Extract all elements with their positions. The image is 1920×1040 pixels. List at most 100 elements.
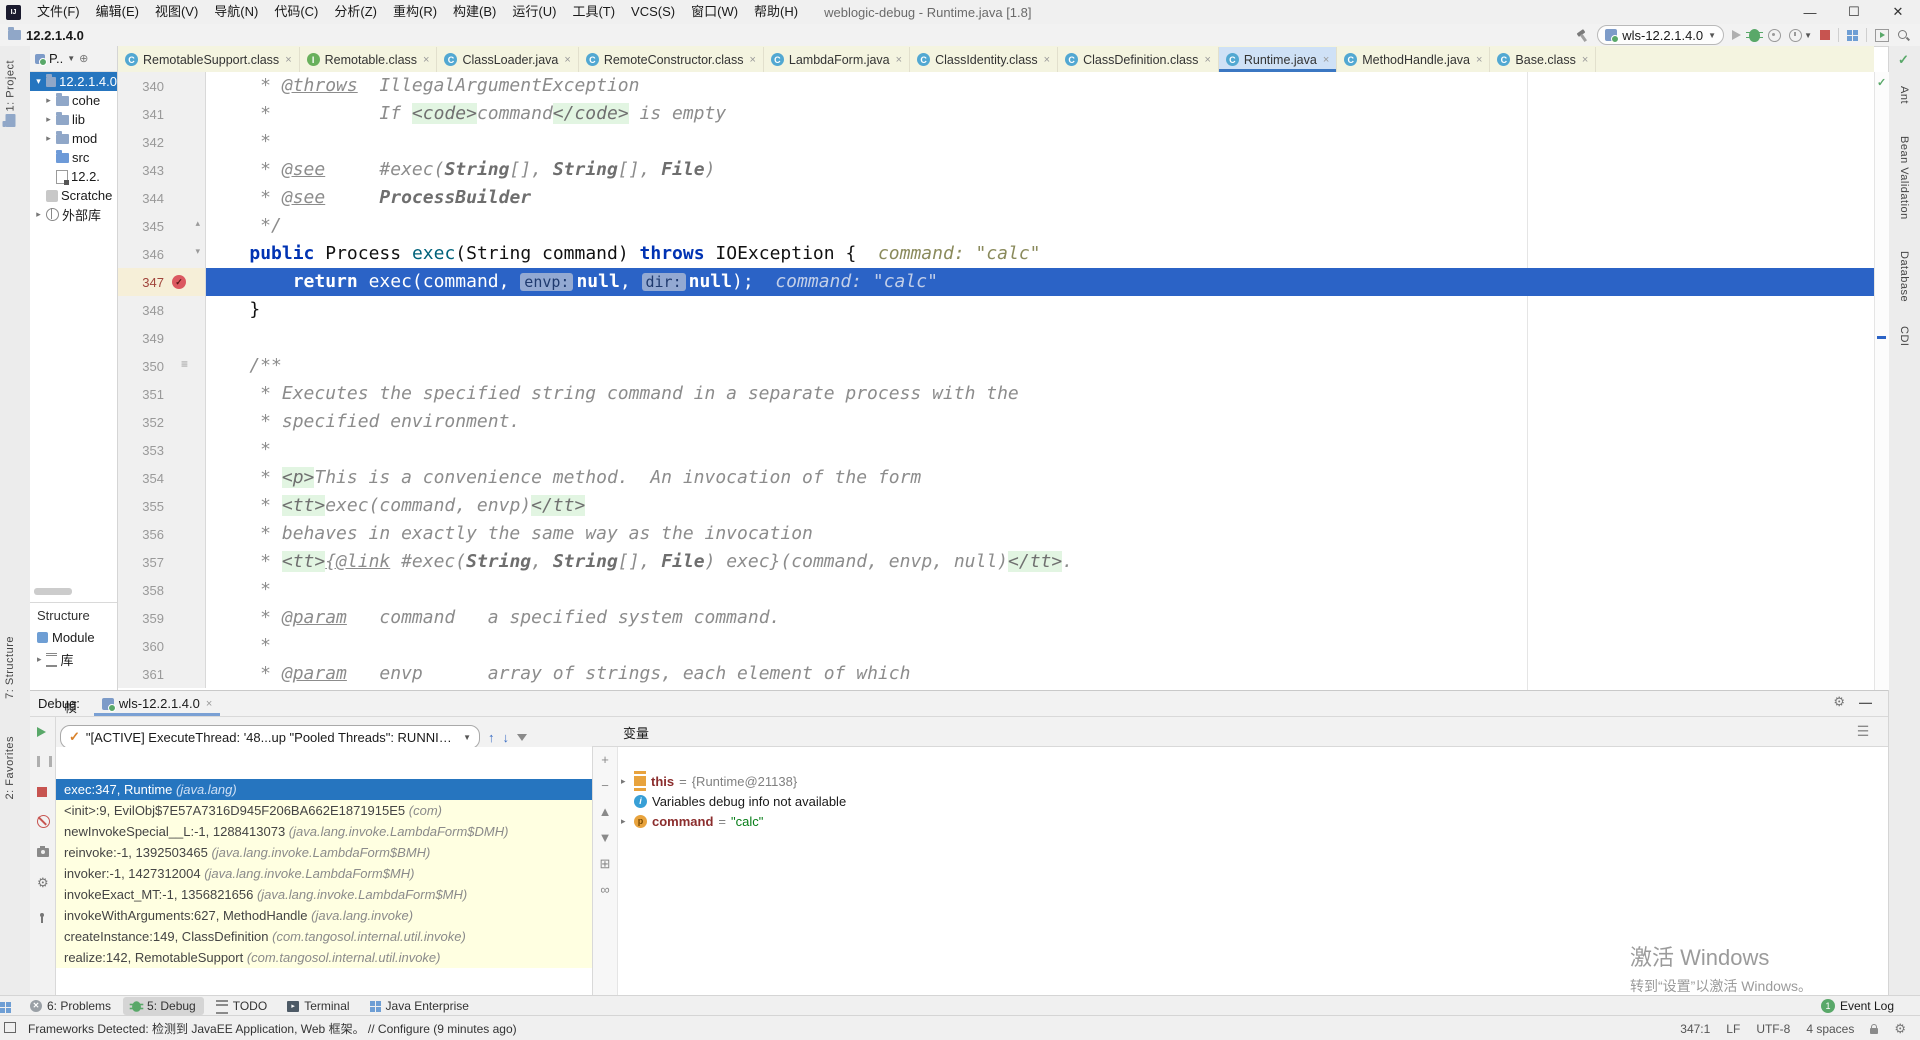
fold-icon[interactable]: ▴ bbox=[195, 218, 200, 229]
next-frame-icon[interactable]: ↓ bbox=[503, 730, 510, 745]
menu-item-12[interactable]: 帮助(H) bbox=[746, 0, 806, 24]
close-icon[interactable]: × bbox=[1476, 54, 1482, 66]
structure-item-module[interactable]: Module bbox=[30, 628, 117, 647]
editor-tab-LambdaForm.java[interactable]: CLambdaForm.java× bbox=[764, 47, 910, 72]
gear-icon[interactable]: ⚙ bbox=[1894, 1022, 1906, 1035]
code-editor[interactable]: 340 * @throws IllegalArgumentException34… bbox=[118, 72, 1874, 690]
editor-tab-ClassDefinition.class[interactable]: CClassDefinition.class× bbox=[1058, 47, 1219, 72]
code-line-359[interactable]: 359 * @param command a specified system … bbox=[118, 604, 1874, 632]
frame-row-3[interactable]: reinvoke:-1, 1392503465 (java.lang.invok… bbox=[56, 842, 592, 863]
menu-item-3[interactable]: 导航(N) bbox=[206, 0, 266, 24]
code-line-340[interactable]: 340 * @throws IllegalArgumentException bbox=[118, 72, 1874, 100]
filter-frames-icon[interactable] bbox=[517, 734, 527, 741]
code-line-355[interactable]: 355 * <tt>exec(command, envp)</tt> bbox=[118, 492, 1874, 520]
code-line-349[interactable]: 349 bbox=[118, 324, 1874, 352]
inspections-ok-icon[interactable]: ✓ bbox=[1898, 52, 1909, 68]
code-line-345[interactable]: 345▴ */ bbox=[118, 212, 1874, 240]
tool-button-cdi[interactable]: CDI bbox=[1898, 326, 1910, 346]
editor-scrollbar[interactable]: ✓ bbox=[1874, 72, 1889, 690]
restore-layout-icon[interactable]: ☰ bbox=[1852, 723, 1874, 740]
frame-row-8[interactable]: realize:142, RemotableSupport (com.tango… bbox=[56, 947, 592, 968]
debug-session-tab[interactable]: wls-12.2.1.4.0 × bbox=[94, 691, 220, 716]
debug-settings-icon[interactable]: ⚙ bbox=[37, 875, 49, 890]
stop-icon[interactable] bbox=[37, 787, 47, 797]
screenshot-icon[interactable] bbox=[37, 848, 49, 857]
frame-row-0[interactable]: exec:347, Runtime (java.lang) bbox=[56, 779, 592, 800]
run-anything-icon[interactable] bbox=[1875, 29, 1889, 42]
run-button[interactable] bbox=[1732, 30, 1741, 40]
build-hammer-icon[interactable] bbox=[1576, 29, 1589, 42]
project-scrollbar[interactable] bbox=[34, 588, 72, 595]
tool-button-project[interactable]: 1: Project bbox=[4, 60, 17, 125]
close-icon[interactable]: × bbox=[896, 54, 902, 66]
vars-toolbar-icon-5[interactable]: ∞ bbox=[593, 877, 617, 903]
code-line-341[interactable]: 341 * If <code>command</code> is empty bbox=[118, 100, 1874, 128]
menu-item-0[interactable]: 文件(F) bbox=[29, 0, 88, 24]
code-line-346[interactable]: 346▾ public Process exec(String command)… bbox=[118, 240, 1874, 268]
frame-row-5[interactable]: invokeExact_MT:-1, 1356821656 (java.lang… bbox=[56, 884, 592, 905]
tool-button-6: Problems[interactable]: ✕6: Problems bbox=[22, 997, 119, 1015]
indent-setting[interactable]: 4 spaces bbox=[1806, 1022, 1854, 1036]
code-line-352[interactable]: 352 * specified environment. bbox=[118, 408, 1874, 436]
code-line-343[interactable]: 343 * @see #exec(String[], String[], Fil… bbox=[118, 156, 1874, 184]
menu-item-11[interactable]: 窗口(W) bbox=[683, 0, 746, 24]
frameworks-popup-icon[interactable] bbox=[4, 1022, 16, 1033]
code-line-344[interactable]: 344 * @see ProcessBuilder bbox=[118, 184, 1874, 212]
close-icon[interactable]: × bbox=[285, 54, 291, 66]
view-breakpoints-icon[interactable] bbox=[37, 815, 50, 828]
editor-tab-RemoteConstructor.class[interactable]: CRemoteConstructor.class× bbox=[579, 47, 764, 72]
variable-row-2[interactable]: ▸pcommand = "calc" bbox=[621, 811, 763, 831]
frame-row-1[interactable]: <init>:9, EvilObj$7E57A7316D945F206BA662… bbox=[56, 800, 592, 821]
editor-tab-Runtime.java[interactable]: CRuntime.java× bbox=[1219, 47, 1337, 72]
menu-item-1[interactable]: 编辑(E) bbox=[88, 0, 147, 24]
tree-item-mod[interactable]: ▸mod bbox=[30, 129, 117, 148]
close-button[interactable]: ✕ bbox=[1876, 0, 1920, 24]
code-line-351[interactable]: 351 * Executes the specified string comm… bbox=[118, 380, 1874, 408]
breakpoint-icon[interactable]: ✓ bbox=[172, 275, 186, 289]
menu-item-5[interactable]: 分析(Z) bbox=[326, 0, 385, 24]
tool-button-Terminal[interactable]: ▸Terminal bbox=[279, 997, 357, 1015]
line-separator[interactable]: LF bbox=[1726, 1022, 1740, 1036]
hide-panel-icon[interactable]: — bbox=[1859, 695, 1872, 710]
stop-button[interactable] bbox=[1820, 30, 1830, 40]
tree-item-src[interactable]: src bbox=[30, 148, 117, 167]
tool-button-Java Enterprise[interactable]: Java Enterprise bbox=[362, 997, 477, 1015]
locate-icon[interactable]: ⊕ bbox=[79, 52, 88, 65]
vars-toolbar-icon-3[interactable]: ▼ bbox=[593, 825, 617, 851]
vars-toolbar-icon-1[interactable]: − bbox=[593, 773, 617, 799]
vars-toolbar-icon-2[interactable]: ▲ bbox=[593, 799, 617, 825]
tree-item-lib[interactable]: ▸lib bbox=[30, 110, 117, 129]
close-icon[interactable]: × bbox=[1323, 54, 1329, 66]
code-line-348[interactable]: 348 } bbox=[118, 296, 1874, 324]
profiler-button[interactable] bbox=[1789, 29, 1802, 42]
resume-icon[interactable] bbox=[37, 727, 46, 737]
project-breadcrumb[interactable]: 12.2.1.4.0 bbox=[8, 28, 84, 43]
tool-button-bean-validation[interactable]: Bean Validation bbox=[1898, 136, 1910, 220]
run-configuration-select[interactable]: wls-12.2.1.4.0 ▼ bbox=[1597, 25, 1724, 45]
tool-button-favorites[interactable]: 2: Favorites bbox=[4, 736, 16, 799]
variable-row-1[interactable]: iVariables debug info not available bbox=[621, 791, 846, 811]
tree-item-12.2.1.4.0[interactable]: ▾12.2.1.4.0 bbox=[30, 72, 117, 91]
tool-button-ant[interactable]: Ant bbox=[1898, 86, 1910, 104]
editor-tab-Remotable.class[interactable]: IRemotable.class× bbox=[300, 47, 438, 72]
menu-item-9[interactable]: 工具(T) bbox=[564, 0, 623, 24]
code-line-357[interactable]: 357 * <tt>{@link #exec(String, String[],… bbox=[118, 548, 1874, 576]
chevron-down-icon[interactable]: ▼ bbox=[67, 54, 75, 63]
attach-debugger-icon[interactable] bbox=[1847, 30, 1858, 41]
pause-icon[interactable] bbox=[37, 756, 52, 767]
tool-button-5: Debug[interactable]: 5: Debug bbox=[123, 997, 204, 1015]
editor-tab-ClassLoader.java[interactable]: CClassLoader.java× bbox=[437, 47, 578, 72]
menu-item-6[interactable]: 重构(R) bbox=[385, 0, 445, 24]
structure-item-library[interactable]: ▸ 库 bbox=[30, 650, 117, 669]
editor-tab-Base.class[interactable]: CBase.class× bbox=[1490, 47, 1596, 72]
tree-item-Scratche[interactable]: Scratche bbox=[30, 186, 117, 205]
close-icon[interactable]: × bbox=[423, 54, 429, 66]
pin-icon[interactable] bbox=[40, 913, 44, 917]
minimize-button[interactable]: — bbox=[1788, 0, 1832, 24]
tool-button-database[interactable]: Database bbox=[1898, 251, 1910, 302]
tree-item-cohe[interactable]: ▸cohe bbox=[30, 91, 117, 110]
code-line-350[interactable]: 350≡ /** bbox=[118, 352, 1874, 380]
editor-tab-RemotableSupport.class[interactable]: CRemotableSupport.class× bbox=[118, 47, 300, 72]
close-icon[interactable]: × bbox=[1204, 54, 1210, 66]
code-line-354[interactable]: 354 * <p>This is a convenience method. A… bbox=[118, 464, 1874, 492]
